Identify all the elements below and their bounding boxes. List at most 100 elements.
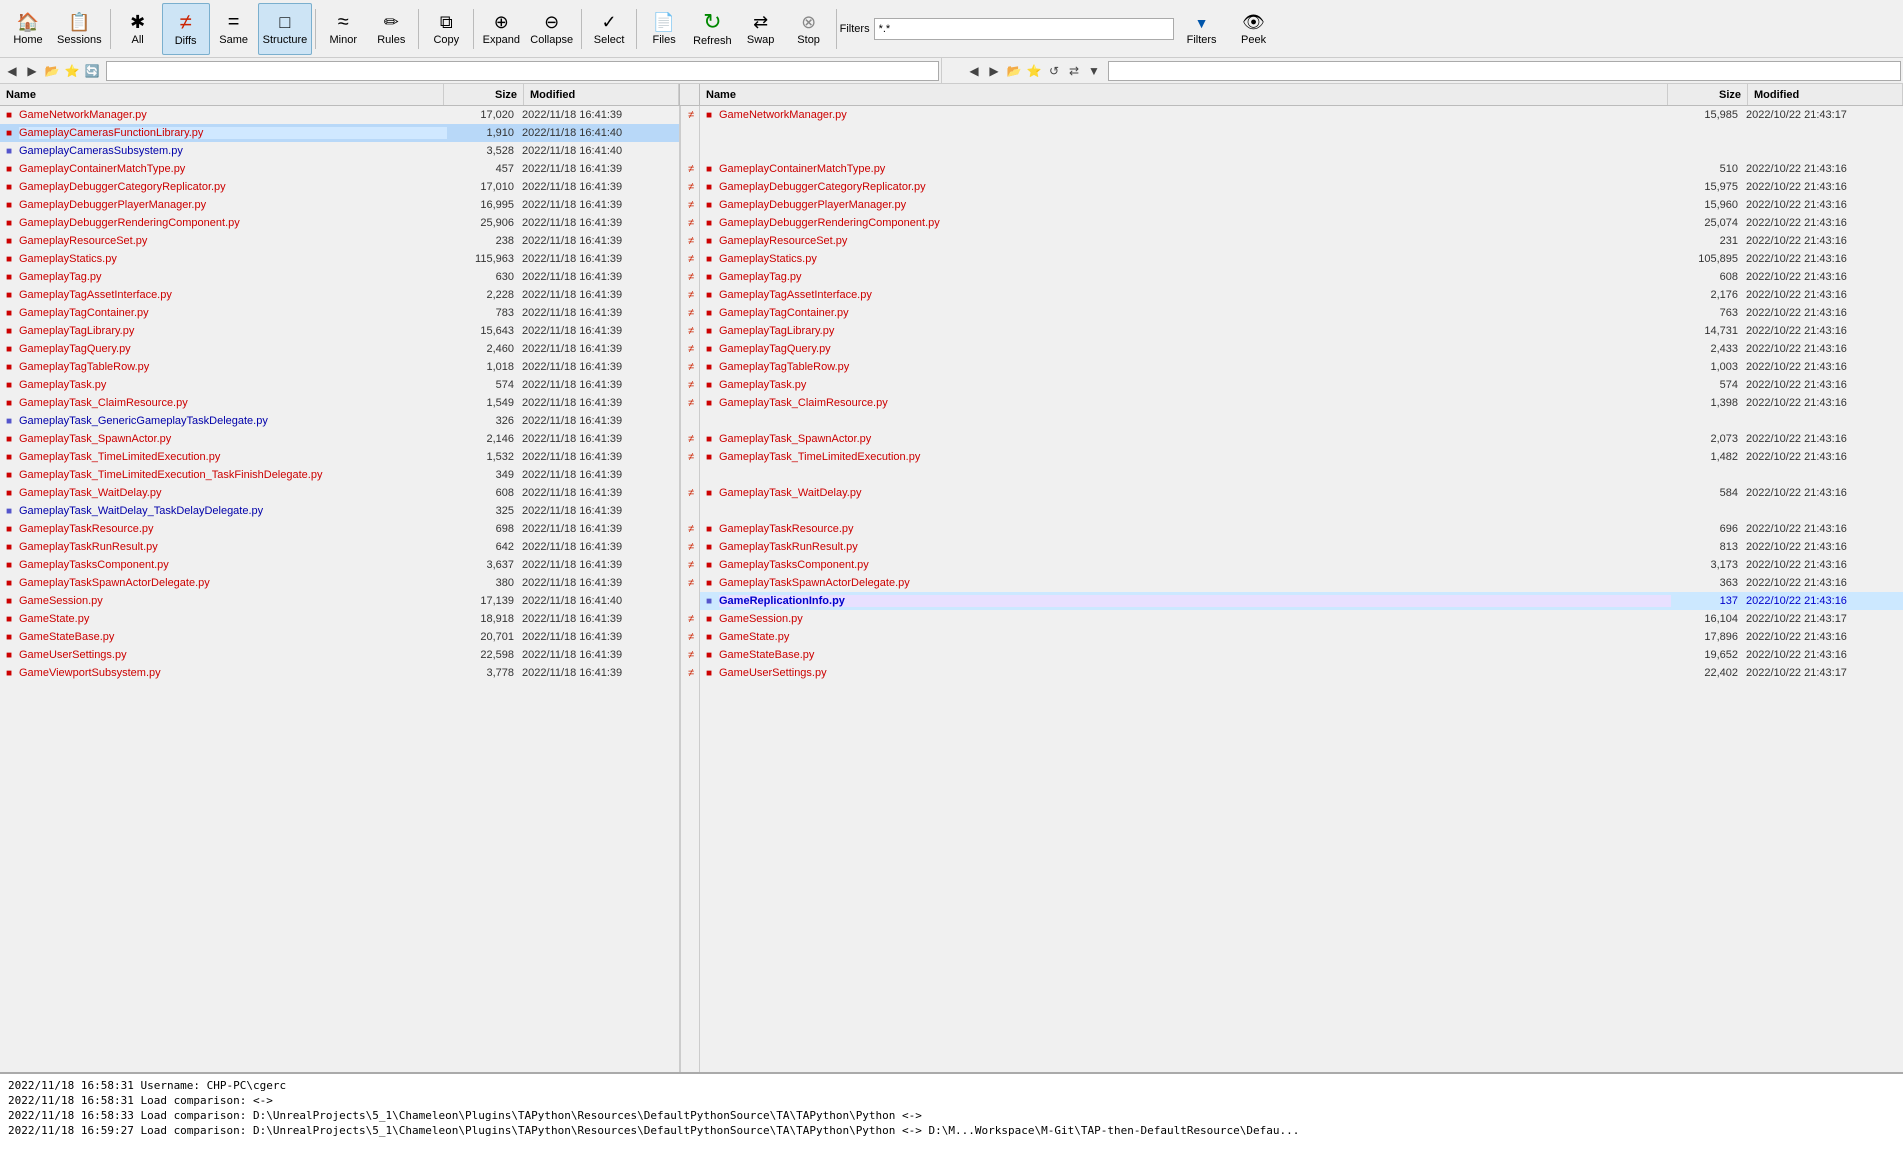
right-file-row[interactable] [700, 142, 1903, 160]
all-button[interactable]: All [114, 3, 162, 55]
left-file-row[interactable]: GameplayTag.py6302022/11/18 16:41:39 [0, 268, 679, 286]
right-file-row[interactable]: GameplayTagQuery.py2,4332022/10/22 21:43… [700, 340, 1903, 358]
left-file-row[interactable]: GameplayResourceSet.py2382022/11/18 16:4… [0, 232, 679, 250]
refresh-button[interactable]: Refresh [688, 3, 737, 55]
left-file-row[interactable]: GameNetworkManager.py17,0202022/11/18 16… [0, 106, 679, 124]
same-button[interactable]: Same [210, 3, 258, 55]
right-file-row[interactable]: GameStateBase.py19,6522022/10/22 21:43:1… [700, 646, 1903, 664]
right-file-row[interactable]: GameState.py17,8962022/10/22 21:43:16 [700, 628, 1903, 646]
right-bookmark-button[interactable]: ⭐ [1024, 61, 1044, 81]
left-file-row[interactable]: GameplayTagLibrary.py15,6432022/11/18 16… [0, 322, 679, 340]
right-file-row[interactable]: GameplayContainerMatchType.py5102022/10/… [700, 160, 1903, 178]
left-file-row[interactable]: GameViewportSubsystem.py3,7782022/11/18 … [0, 664, 679, 682]
left-file-row[interactable]: GameplayDebuggerCategoryReplicator.py17,… [0, 178, 679, 196]
right-size-header[interactable]: Size [1668, 84, 1748, 105]
right-refresh-path-button[interactable]: ↺ [1044, 61, 1064, 81]
right-file-row[interactable]: GameReplicationInfo.py1372022/10/22 21:4… [700, 592, 1903, 610]
right-file-row[interactable]: GameplayResourceSet.py2312022/10/22 21:4… [700, 232, 1903, 250]
left-file-row[interactable]: GameState.py18,9182022/11/18 16:41:39 [0, 610, 679, 628]
right-file-row[interactable] [700, 502, 1903, 520]
left-name-header[interactable]: Name [0, 84, 444, 105]
sessions-button[interactable]: Sessions [52, 3, 107, 55]
minor-button[interactable]: Minor [319, 3, 367, 55]
rules-button[interactable]: Rules [367, 3, 415, 55]
peek-button[interactable]: Peek [1230, 3, 1278, 55]
left-file-row[interactable]: GameplayTask_WaitDelay_TaskDelayDelegate… [0, 502, 679, 520]
right-path-input[interactable]: D:\UnrealProjects\5_0\RDZ\TA\TAPython\Py… [1108, 61, 1901, 81]
left-size-header[interactable]: Size [444, 84, 524, 105]
right-swap-path-button[interactable]: ⇄ [1064, 61, 1084, 81]
stop-button[interactable]: Stop [785, 3, 833, 55]
left-file-row[interactable]: GameplayTask_TimeLimitedExecution.py1,53… [0, 448, 679, 466]
right-file-row[interactable]: GameplayTask_TimeLimitedExecution.py1,48… [700, 448, 1903, 466]
files-button[interactable]: Files [640, 3, 688, 55]
right-file-row[interactable]: GameplayTasksComponent.py3,1732022/10/22… [700, 556, 1903, 574]
right-file-row[interactable]: GameplayTask.py5742022/10/22 21:43:16 [700, 376, 1903, 394]
filter-input[interactable] [874, 18, 1174, 40]
right-file-row[interactable]: GameSession.py16,1042022/10/22 21:43:17 [700, 610, 1903, 628]
right-file-row[interactable]: GameNetworkManager.py15,9852022/10/22 21… [700, 106, 1903, 124]
structure-button[interactable]: Structure [258, 3, 313, 55]
swap-button[interactable]: Swap [737, 3, 785, 55]
right-modified-header[interactable]: Modified [1748, 84, 1903, 105]
home-button[interactable]: Home [4, 3, 52, 55]
left-file-row[interactable]: GameplayContainerMatchType.py4572022/11/… [0, 160, 679, 178]
right-file-row[interactable]: GameplayTaskRunResult.py8132022/10/22 21… [700, 538, 1903, 556]
left-file-row[interactable]: GameplayTaskResource.py6982022/11/18 16:… [0, 520, 679, 538]
left-modified-header[interactable]: Modified [524, 84, 679, 105]
right-dropdown-button[interactable]: ▼ [1084, 61, 1104, 81]
left-file-row[interactable]: GameplayDebuggerRenderingComponent.py25,… [0, 214, 679, 232]
left-file-row[interactable]: GameplayTaskSpawnActorDelegate.py3802022… [0, 574, 679, 592]
right-file-row[interactable]: GameplayStatics.py105,8952022/10/22 21:4… [700, 250, 1903, 268]
left-bookmark-button[interactable]: ⭐ [62, 61, 82, 81]
filters-button[interactable]: Filters [1174, 3, 1230, 55]
left-file-row[interactable]: GameplayTagAssetInterface.py2,2282022/11… [0, 286, 679, 304]
right-file-row[interactable]: GameplayTagTableRow.py1,0032022/10/22 21… [700, 358, 1903, 376]
left-file-row[interactable]: GameplayTagQuery.py2,4602022/11/18 16:41… [0, 340, 679, 358]
left-refresh-path-button[interactable]: 🔄 [82, 61, 102, 81]
right-file-row[interactable]: GameplayDebuggerPlayerManager.py15,96020… [700, 196, 1903, 214]
left-file-row[interactable]: GameplayTask.py5742022/11/18 16:41:39 [0, 376, 679, 394]
left-file-row[interactable]: GameplayTask_ClaimResource.py1,5492022/1… [0, 394, 679, 412]
right-file-row[interactable]: GameplayTask_WaitDelay.py5842022/10/22 2… [700, 484, 1903, 502]
right-file-row[interactable]: GameplayTask_ClaimResource.py1,3982022/1… [700, 394, 1903, 412]
left-file-row[interactable]: GameplayTaskRunResult.py6422022/11/18 16… [0, 538, 679, 556]
right-folder-button[interactable]: 📂 [1004, 61, 1024, 81]
right-file-row[interactable]: GameplayTaskResource.py6962022/10/22 21:… [700, 520, 1903, 538]
left-file-row[interactable]: GameplayCamerasFunctionLibrary.py1,91020… [0, 124, 679, 142]
left-file-row[interactable]: GameUserSettings.py22,5982022/11/18 16:4… [0, 646, 679, 664]
right-forward-button[interactable]: ▶ [984, 61, 1004, 81]
select-button[interactable]: Select [585, 3, 633, 55]
left-file-row[interactable]: GameplayStatics.py115,9632022/11/18 16:4… [0, 250, 679, 268]
copy-button[interactable]: Copy [422, 3, 470, 55]
left-file-row[interactable]: GameplayTagContainer.py7832022/11/18 16:… [0, 304, 679, 322]
right-file-row[interactable]: GameplayDebuggerCategoryReplicator.py15,… [700, 178, 1903, 196]
right-file-row[interactable]: GameplayDebuggerRenderingComponent.py25,… [700, 214, 1903, 232]
right-file-row[interactable]: GameplayTag.py6082022/10/22 21:43:16 [700, 268, 1903, 286]
left-file-row[interactable]: GameplayTask_GenericGameplayTaskDelegate… [0, 412, 679, 430]
right-file-row[interactable] [700, 124, 1903, 142]
left-file-row[interactable]: GameplayCamerasSubsystem.py3,5282022/11/… [0, 142, 679, 160]
left-file-row[interactable]: GameplayTask_WaitDelay.py6082022/11/18 1… [0, 484, 679, 502]
left-file-row[interactable]: GameplayTask_SpawnActor.py2,1462022/11/1… [0, 430, 679, 448]
right-file-row[interactable] [700, 466, 1903, 484]
right-file-row[interactable]: GameUserSettings.py22,4022022/10/22 21:4… [700, 664, 1903, 682]
right-file-row[interactable]: GameplayTagAssetInterface.py2,1762022/10… [700, 286, 1903, 304]
left-file-row[interactable]: GameplayDebuggerPlayerManager.py16,99520… [0, 196, 679, 214]
left-file-row[interactable]: GameplayTagTableRow.py1,0182022/11/18 16… [0, 358, 679, 376]
left-folder-button[interactable]: 📂 [42, 61, 62, 81]
diffs-button[interactable]: Diffs [162, 3, 210, 55]
right-file-row[interactable]: GameplayTagLibrary.py14,7312022/10/22 21… [700, 322, 1903, 340]
right-file-row[interactable]: GameplayTask_SpawnActor.py2,0732022/10/2… [700, 430, 1903, 448]
right-back-button[interactable]: ◀ [964, 61, 984, 81]
left-file-row[interactable]: GameplayTasksComponent.py3,6372022/11/18… [0, 556, 679, 574]
left-file-row[interactable]: GameplayTask_TimeLimitedExecution_TaskFi… [0, 466, 679, 484]
expand-button[interactable]: Expand [477, 3, 525, 55]
right-file-row[interactable]: GameplayTagContainer.py7632022/10/22 21:… [700, 304, 1903, 322]
right-name-header[interactable]: Name [700, 84, 1668, 105]
left-forward-button[interactable]: ▶ [22, 61, 42, 81]
right-file-row[interactable]: GameplayTaskSpawnActorDelegate.py3632022… [700, 574, 1903, 592]
left-file-row[interactable]: GameStateBase.py20,7012022/11/18 16:41:3… [0, 628, 679, 646]
right-file-row[interactable] [700, 412, 1903, 430]
left-back-button[interactable]: ◀ [2, 61, 22, 81]
